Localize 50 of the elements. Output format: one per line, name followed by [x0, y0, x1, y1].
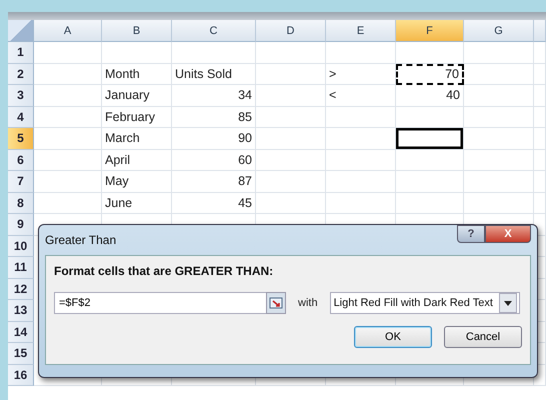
row-header[interactable]: 9 [8, 214, 34, 236]
row-header[interactable]: 8 [8, 192, 34, 214]
table-cell: > [326, 64, 396, 85]
table-cell: 87 [172, 171, 256, 192]
dialog-button[interactable]: OK [354, 326, 432, 348]
column-header[interactable]: E [326, 20, 396, 42]
column-header[interactable]: F [396, 20, 464, 42]
help-button[interactable]: ? [457, 225, 485, 243]
row-header[interactable]: 6 [8, 150, 34, 171]
table-cell: 90 [172, 128, 256, 150]
table-cell: Month [102, 64, 172, 85]
row-header[interactable]: 2 [8, 64, 34, 85]
row-header[interactable]: 13 [8, 300, 34, 322]
table-cell: 85 [172, 106, 256, 128]
format-dropdown[interactable]: Light Red Fill with Dark Red Text [330, 292, 520, 314]
window-title: Greater Than [45, 233, 116, 247]
table-cell: 34 [172, 85, 256, 106]
with-label: with [298, 297, 318, 309]
table-cell: Units Sold [172, 64, 256, 85]
row-header[interactable]: 15 [8, 343, 34, 364]
row-header[interactable]: 12 [8, 278, 34, 300]
table-cell: January [102, 85, 172, 106]
table-cell: 60 [172, 150, 256, 171]
column-header[interactable]: C [172, 20, 256, 42]
column-header[interactable]: G [464, 20, 534, 42]
row-header[interactable]: 11 [8, 257, 34, 278]
value-field[interactable]: =$F$2 [54, 292, 266, 314]
table-cell: April [102, 150, 172, 171]
table-cell: March [102, 128, 172, 150]
row-header[interactable]: 3 [8, 85, 34, 106]
row-header[interactable]: 1 [8, 42, 34, 64]
dialog-button[interactable]: Cancel [444, 326, 522, 348]
row-header[interactable]: 14 [8, 322, 34, 343]
range-picker-icon[interactable] [266, 292, 286, 314]
table-cell: June [102, 192, 172, 214]
table-cell: 40 [396, 85, 464, 106]
column-header[interactable]: D [256, 20, 326, 42]
table-cell: February [102, 106, 172, 128]
table-cell: 45 [172, 192, 256, 214]
column-header[interactable]: B [102, 20, 172, 42]
prompt-label: Format cells that are GREATER THAN: [54, 264, 274, 278]
row-header[interactable]: 5 [8, 128, 34, 150]
row-header[interactable]: 16 [8, 364, 34, 386]
table-cell: 70 [396, 64, 464, 85]
row-header[interactable]: 10 [8, 236, 34, 257]
table-cell: < [326, 85, 396, 106]
column-header[interactable]: A [34, 20, 102, 42]
row-header[interactable]: 4 [8, 106, 34, 128]
table-cell: May [102, 171, 172, 192]
row-header[interactable]: 7 [8, 171, 34, 192]
